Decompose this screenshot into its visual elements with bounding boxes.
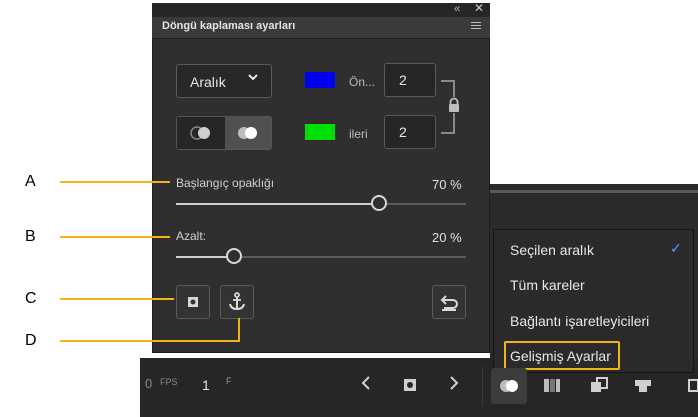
reduce-knob[interactable] bbox=[226, 248, 242, 264]
chevron-down-icon bbox=[246, 70, 260, 87]
current-frame-value[interactable]: 1 bbox=[202, 377, 210, 393]
callout-a: A bbox=[25, 173, 36, 190]
anchor-frame-icon bbox=[188, 297, 198, 307]
collapse-icon[interactable]: « bbox=[454, 3, 460, 16]
anchor-marker-button[interactable] bbox=[176, 285, 210, 319]
callout-c: C bbox=[25, 290, 37, 307]
outline-mode-button[interactable] bbox=[177, 117, 224, 149]
after-frames-input[interactable]: 2 bbox=[384, 115, 436, 149]
callout-d-connector bbox=[238, 318, 240, 342]
start-opacity-knob[interactable] bbox=[371, 195, 387, 211]
toolbar-separator bbox=[482, 366, 483, 406]
insert-frame-icon[interactable] bbox=[633, 376, 653, 401]
timeline-divider bbox=[490, 190, 698, 193]
advanced-settings-highlight bbox=[504, 341, 620, 370]
edit-multiple-frames-icon[interactable] bbox=[542, 376, 562, 401]
callout-a-line bbox=[60, 181, 170, 183]
panel-title: Döngü kaplaması ayarları bbox=[162, 20, 296, 32]
menu-item-anchor-markers[interactable]: Bağlantı işaretleyicileri bbox=[510, 313, 649, 329]
filled-mode-button[interactable] bbox=[225, 117, 271, 149]
anchor-icon bbox=[229, 292, 245, 311]
fps-label: FPS bbox=[160, 377, 178, 387]
callout-b: B bbox=[25, 228, 36, 245]
check-icon: ✓ bbox=[670, 240, 682, 256]
callout-c-line bbox=[60, 298, 174, 300]
panel-top-bar bbox=[152, 3, 490, 17]
previous-frame-icon[interactable] bbox=[358, 374, 374, 397]
onion-skin-button[interactable] bbox=[491, 368, 527, 404]
before-color-swatch[interactable] bbox=[305, 72, 335, 88]
menu-item-selected-range[interactable]: Seçilen aralık bbox=[510, 242, 594, 258]
start-opacity-label: Başlangıç opaklığı bbox=[176, 176, 275, 190]
start-opacity-fill bbox=[176, 203, 379, 205]
callout-d-line bbox=[60, 340, 240, 342]
callout-b-line bbox=[60, 236, 170, 238]
menu-item-all-frames[interactable]: Tüm kareler bbox=[510, 277, 585, 293]
overflow-icon[interactable] bbox=[688, 378, 698, 399]
after-color-swatch[interactable] bbox=[305, 124, 335, 140]
onion-skin-icon bbox=[500, 380, 518, 392]
after-label: ileri bbox=[349, 127, 368, 141]
anchor-button[interactable] bbox=[220, 285, 254, 319]
reduce-label: Azalt: bbox=[176, 229, 207, 243]
reset-icon bbox=[440, 295, 458, 311]
reset-button[interactable] bbox=[432, 285, 466, 319]
fps-value[interactable]: 0 bbox=[145, 376, 152, 391]
callout-d: D bbox=[25, 332, 37, 349]
before-label: Ön... bbox=[349, 75, 376, 89]
lock-icon[interactable] bbox=[446, 97, 462, 113]
paste-frames-icon[interactable] bbox=[588, 375, 610, 402]
close-icon[interactable]: ✕ bbox=[474, 2, 484, 15]
start-opacity-value: 70 % bbox=[432, 177, 462, 192]
before-frames-input[interactable]: 2 bbox=[384, 63, 436, 97]
reduce-value: 20 % bbox=[432, 230, 462, 245]
panel-menu-icon[interactable] bbox=[470, 20, 482, 32]
frame-suffix-label: F bbox=[226, 376, 232, 386]
next-frame-icon[interactable] bbox=[446, 374, 462, 397]
range-dropdown-value: Aralık bbox=[190, 74, 226, 90]
insert-keyframe-icon[interactable] bbox=[401, 376, 419, 399]
